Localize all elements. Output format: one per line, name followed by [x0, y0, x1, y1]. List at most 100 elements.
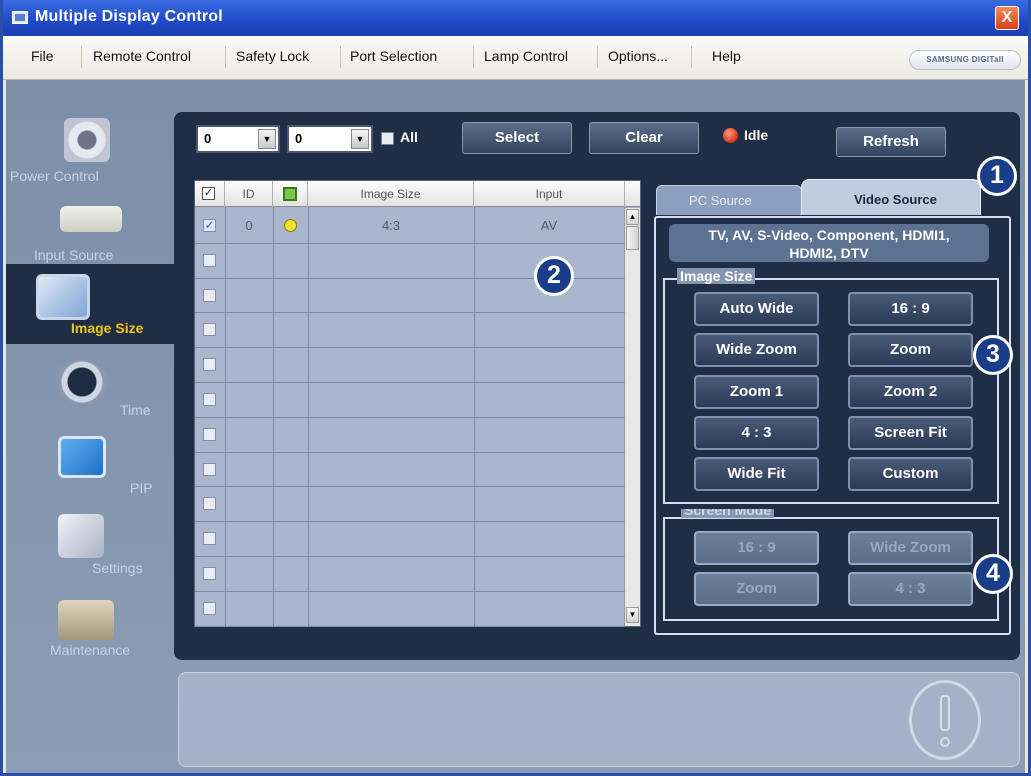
power-icon — [64, 118, 110, 162]
row-image-size: 4:3 — [381, 218, 401, 233]
status-dot-icon — [284, 219, 297, 232]
zoom-1-button[interactable]: Zoom 1 — [694, 375, 819, 409]
auto-wide-button[interactable]: Auto Wide — [694, 292, 819, 326]
sidebar-item-maintenance[interactable]: Maintenance — [6, 588, 176, 664]
supported-sources-label: TV, AV, S-Video, Component, HDMI1, HDMI2… — [669, 224, 989, 262]
checkbox-checked-icon: ✓ — [202, 187, 215, 200]
brand-logo: SAMSUNG DIGITall — [909, 50, 1021, 70]
sidebar-item-label: Image Size — [71, 320, 144, 336]
header-input[interactable]: Input — [474, 181, 625, 207]
menu-lamp-control[interactable]: Lamp Control — [484, 48, 568, 64]
row-checkbox[interactable] — [203, 253, 216, 267]
4-3-button[interactable]: 4 : 3 — [694, 416, 819, 450]
row-divider — [195, 347, 625, 349]
row-checkbox[interactable] — [203, 358, 216, 372]
table-header: ✓ ID Image Size Input — [195, 181, 640, 207]
row-checkbox[interactable] — [203, 323, 216, 337]
menu-bar: File Remote Control Safety Lock Port Sel… — [3, 36, 1028, 80]
menu-file[interactable]: File — [31, 48, 54, 64]
sidebar-item-pip[interactable]: PIP — [6, 436, 176, 512]
screen-mode-title-clip: Screen Mode — [679, 509, 799, 521]
row-id: 0 — [245, 218, 253, 233]
display-table: ✓ ID Image Size Input ✓ 0 4:3 AV ▲ ▼ — [194, 180, 641, 627]
sidebar-item-label: PIP — [130, 480, 153, 496]
scroll-up-icon[interactable]: ▲ — [626, 209, 639, 225]
menu-port-selection[interactable]: Port Selection — [350, 48, 437, 64]
row-checkbox[interactable] — [203, 288, 216, 302]
row-divider — [195, 521, 625, 523]
zoom-2-button[interactable]: Zoom 2 — [848, 375, 973, 409]
app-icon — [12, 11, 28, 24]
settings-icon — [58, 514, 104, 558]
clock-icon — [56, 360, 108, 404]
wide-fit-button[interactable]: Wide Fit — [694, 457, 819, 491]
screen-mode-16-9-button[interactable]: 16 : 9 — [694, 531, 819, 565]
input-source-icon — [60, 206, 122, 232]
header-image-size[interactable]: Image Size — [308, 181, 474, 207]
header-select-all[interactable]: ✓ — [195, 181, 225, 207]
sidebar-item-settings[interactable]: Settings — [6, 514, 176, 590]
zoom-button[interactable]: Zoom — [848, 333, 973, 367]
header-status[interactable] — [273, 181, 308, 207]
row-checkbox[interactable] — [203, 462, 216, 476]
pip-icon — [58, 436, 106, 478]
screen-mode-4-3-button[interactable]: 4 : 3 — [848, 572, 973, 606]
sidebar-item-time[interactable]: Time — [6, 360, 176, 436]
row-checkbox[interactable] — [203, 497, 216, 511]
refresh-button[interactable]: Refresh — [836, 127, 946, 157]
table-scrollbar[interactable]: ▲ ▼ — [624, 208, 640, 626]
callout-badge-4: 4 — [973, 554, 1013, 594]
callout-badge-3: 3 — [973, 335, 1013, 375]
clear-button[interactable]: Clear — [589, 122, 699, 154]
row-checkbox[interactable] — [203, 393, 216, 406]
display-id-combo-end[interactable]: 0 ▼ — [287, 125, 373, 153]
menu-safety-lock[interactable]: Safety Lock — [236, 48, 309, 64]
row-divider — [195, 486, 625, 488]
chevron-down-icon: ▼ — [258, 129, 276, 149]
close-button[interactable]: X — [995, 6, 1019, 30]
title-bar: Multiple Display Control X — [3, 0, 1028, 36]
all-checkbox[interactable] — [381, 132, 394, 145]
row-checkbox[interactable] — [203, 601, 216, 615]
image-size-group-title: Image Size — [677, 268, 756, 284]
sidebar-item-label: Input Source — [34, 247, 114, 263]
display-id-combo-start[interactable]: 0 ▼ — [196, 125, 280, 153]
screen-mode-zoom-button[interactable]: Zoom — [694, 572, 819, 606]
menu-remote-control[interactable]: Remote Control — [93, 48, 191, 64]
row-input: AV — [540, 218, 558, 233]
menu-options[interactable]: Options... — [608, 48, 668, 64]
message-panel — [178, 672, 1020, 767]
16-9-button[interactable]: 16 : 9 — [848, 292, 973, 326]
select-button[interactable]: Select — [462, 122, 572, 154]
sidebar-item-label: Settings — [92, 560, 143, 576]
row-divider — [195, 312, 625, 314]
callout-badge-1: 1 — [977, 156, 1017, 196]
menu-separator — [597, 46, 598, 68]
wide-zoom-button[interactable]: Wide Zoom — [694, 333, 819, 367]
scroll-thumb[interactable] — [626, 226, 639, 250]
status-indicator-icon — [723, 128, 738, 143]
row-checkbox[interactable] — [203, 567, 216, 580]
screen-mode-group-title: Screen Mode — [681, 509, 775, 518]
row-checkbox[interactable] — [203, 532, 216, 546]
screen-fit-button[interactable]: Screen Fit — [848, 416, 973, 450]
menu-separator — [691, 46, 692, 68]
screen-mode-wide-zoom-button[interactable]: Wide Zoom — [848, 531, 973, 565]
tab-pc-source[interactable]: PC Source — [656, 185, 802, 215]
sidebar-item-label: Time — [120, 402, 151, 418]
status-text: Idle — [744, 127, 769, 143]
sidebar-item-image-size[interactable]: Image Size — [6, 264, 176, 344]
scroll-down-icon[interactable]: ▼ — [626, 607, 639, 623]
status-column-icon — [283, 187, 297, 201]
menu-help[interactable]: Help — [712, 48, 741, 64]
header-id[interactable]: ID — [225, 181, 273, 207]
custom-button[interactable]: Custom — [848, 457, 973, 491]
sidebar-item-input-source[interactable]: Input Source — [6, 198, 176, 274]
sidebar-item-power-control[interactable]: Power Control — [6, 118, 176, 194]
row-checkbox-checked[interactable]: ✓ — [203, 219, 216, 232]
chevron-down-icon: ▼ — [351, 129, 369, 149]
row-divider — [195, 556, 625, 557]
row-checkbox[interactable] — [203, 427, 216, 441]
tab-video-source[interactable]: Video Source — [801, 179, 981, 215]
sidebar-item-label: Maintenance — [50, 642, 131, 658]
